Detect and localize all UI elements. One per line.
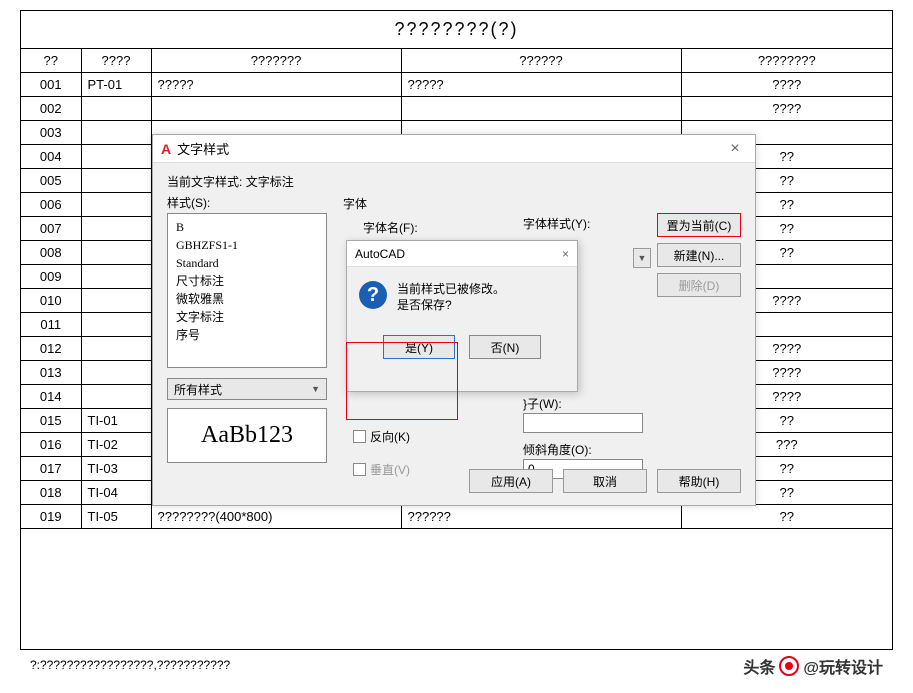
chevron-down-icon: ▼ [638, 253, 647, 263]
reverse-checkbox-row[interactable]: 反向(K) [353, 428, 410, 445]
checkbox-icon[interactable] [353, 430, 366, 443]
list-item[interactable]: 微软雅黑 [176, 290, 318, 308]
watermark-logo-icon [779, 656, 799, 676]
font-group-label: 字体 [343, 195, 367, 212]
footnote: ?:?????????????????,??????????? [30, 658, 230, 672]
width-factor-input[interactable] [523, 413, 643, 433]
delete-style-button: 删除(D) [657, 273, 741, 297]
oblique-angle-label: 倾斜角度(O): [523, 441, 592, 458]
dialog-titlebar[interactable]: AutoCAD × [347, 241, 577, 267]
close-icon[interactable]: × [562, 247, 569, 261]
help-button[interactable]: 帮助(H) [657, 469, 741, 493]
autocad-logo-icon: A [161, 141, 171, 157]
dialog-title: AutoCAD [355, 247, 405, 261]
close-icon[interactable]: × [723, 140, 747, 158]
table-header: ?? [21, 49, 81, 73]
table-header: ??????? [151, 49, 401, 73]
list-item[interactable]: 序号 [176, 326, 318, 344]
confirm-message: 当前样式已被修改。 是否保存? [397, 281, 505, 313]
font-name-label: 字体名(F): [363, 219, 418, 236]
table-row: 002???? [21, 97, 892, 121]
list-item[interactable]: GBHZFS1-1 [176, 236, 318, 254]
table-header: ?????? [401, 49, 681, 73]
style-listbox[interactable]: BGBHZFS1-1Standard尺寸标注微软雅黑文字标注序号 [167, 213, 327, 368]
font-style-label: 字体样式(Y): [523, 215, 590, 232]
page-title: ????????(?) [21, 11, 892, 48]
apply-button[interactable]: 应用(A) [469, 469, 553, 493]
styles-label: 样式(S): [167, 194, 741, 211]
list-item[interactable]: 文字标注 [176, 308, 318, 326]
yes-button[interactable]: 是(Y) [383, 335, 455, 359]
new-style-button[interactable]: 新建(N)... [657, 243, 741, 267]
set-current-button[interactable]: 置为当前(C) [657, 213, 741, 237]
width-factor-label: }子(W): [523, 395, 562, 412]
table-header: ???????? [681, 49, 892, 73]
current-style-label: 当前文字样式: 文字标注 [167, 173, 741, 190]
watermark-handle: @玩转设计 [803, 654, 883, 678]
checkbox-icon[interactable] [353, 463, 366, 476]
watermark-prefix: 头条 [743, 654, 775, 678]
confirm-save-dialog: AutoCAD × ? 当前样式已被修改。 是否保存? 是(Y) 否(N) [346, 240, 578, 392]
style-filter-dropdown[interactable]: 所有样式 ▼ [167, 378, 327, 400]
vertical-checkbox-row[interactable]: 垂直(V) [353, 461, 410, 478]
list-item[interactable]: Standard [176, 254, 318, 272]
list-item[interactable]: B [176, 218, 318, 236]
list-item[interactable]: 尺寸标注 [176, 272, 318, 290]
table-header: ???? [81, 49, 151, 73]
table-row: 001PT-01?????????????? [21, 73, 892, 97]
no-button[interactable]: 否(N) [469, 335, 541, 359]
chevron-down-icon: ▼ [311, 384, 320, 394]
dialog-title: 文字样式 [177, 139, 723, 158]
question-icon: ? [359, 281, 387, 309]
font-preview: AaBb123 [167, 408, 327, 463]
cancel-button[interactable]: 取消 [563, 469, 647, 493]
watermark: 头条 @玩转设计 [743, 654, 883, 678]
font-style-dropdown[interactable]: ▼ [633, 248, 651, 268]
table-row: 019TI-05????????(400*800)???????? [21, 505, 892, 529]
dialog-titlebar[interactable]: A 文字样式 × [153, 135, 755, 163]
